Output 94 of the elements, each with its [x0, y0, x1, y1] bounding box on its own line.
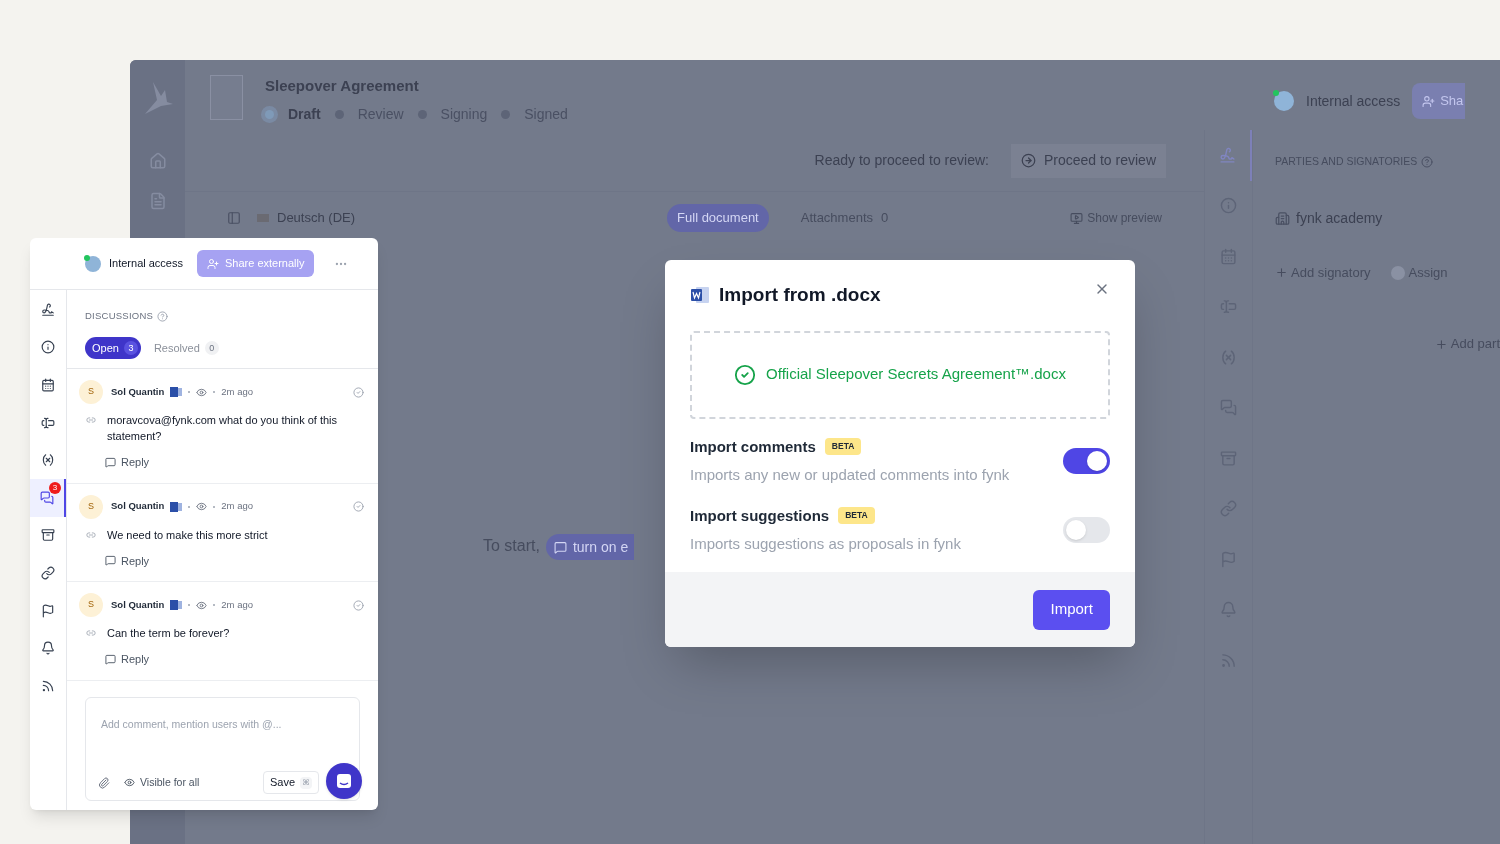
notification-badge: 3: [49, 481, 61, 494]
beta-badge: BETA: [838, 507, 875, 525]
option-description: Imports any new or updated comments into fynk: [690, 465, 1011, 485]
comment-composer[interactable]: Add comment, mention users with @... Visible for all Save ⌘: [85, 696, 360, 801]
monitor-icon: [1070, 211, 1084, 225]
toggle-switch[interactable]: [1063, 448, 1110, 474]
comment-time: 2m ago: [221, 499, 253, 514]
user-plus-icon: [1422, 94, 1436, 108]
link-icon: [41, 565, 55, 580]
attach-icon[interactable]: [98, 776, 110, 789]
eye-icon: [124, 777, 135, 788]
section-heading: DISCUSSIONS: [85, 309, 154, 323]
option-title: Import suggestions: [690, 505, 830, 526]
document-title: Sleepover Agreement: [265, 76, 420, 96]
avatar: S: [79, 494, 103, 519]
speech-bubble-icon: [105, 555, 116, 567]
comment-text: Can the term be forever?: [107, 626, 230, 641]
info-icon: [41, 340, 55, 355]
avatar-icon: [85, 255, 101, 272]
avatar: S: [79, 380, 103, 404]
filter-tab[interactable]: Resolved 0: [146, 337, 222, 360]
document-icon[interactable]: [148, 192, 167, 210]
file-drop-zone[interactable]: Official Sleepover Secrets Agreement™.docx: [690, 330, 1110, 419]
resolve-icon[interactable]: [353, 501, 364, 512]
share-button[interactable]: Sha: [1412, 83, 1466, 119]
link-icon: [86, 415, 96, 425]
rss-icon: [41, 678, 55, 693]
option-title: Import comments: [690, 436, 816, 457]
check-icon: [734, 363, 757, 386]
plus-icon: [1435, 337, 1448, 351]
plus-icon: [1275, 266, 1288, 279]
toggle-switch[interactable]: [1063, 517, 1110, 543]
reply-button[interactable]: Reply: [105, 454, 150, 471]
home-icon[interactable]: [148, 152, 167, 170]
editing-button[interactable]: turn on e: [545, 534, 635, 560]
link-icon: [86, 529, 96, 540]
speech-bubble-icon: [553, 540, 567, 554]
link-icon: [86, 628, 96, 638]
sidebar-tab[interactable]: 3: [30, 478, 66, 517]
document-icon: [170, 500, 183, 513]
party-name: fynk academy: [1296, 208, 1383, 228]
document-thumbnail: [210, 75, 243, 120]
filter-tab[interactable]: Open 3: [85, 337, 141, 360]
resolve-icon[interactable]: [353, 386, 364, 398]
user-plus-icon: [207, 257, 219, 270]
author-name: Sol Quantin: [111, 597, 165, 612]
sidebar-toggle-icon[interactable]: [227, 211, 241, 225]
save-button[interactable]: Save ⌘: [262, 771, 319, 794]
eye-icon: [196, 599, 208, 611]
arrow-circle-icon: [1020, 153, 1036, 168]
comment-time: 2m ago: [221, 384, 253, 399]
reply-button[interactable]: Reply: [105, 552, 150, 569]
proceed-prompt: Ready to proceed to review:: [814, 151, 989, 170]
author-name: Sol Quantin: [111, 384, 165, 399]
speech-bubble-icon: [105, 653, 116, 665]
access-label: Internal access: [1306, 91, 1401, 111]
building-icon: [1275, 210, 1290, 226]
import-button[interactable]: Import: [1033, 589, 1110, 630]
view-tab[interactable]: Full document: [667, 204, 769, 232]
option-description: Imports suggestions as proposals in fynk: [690, 534, 962, 554]
avatar: S: [79, 593, 103, 617]
input-icon: [41, 415, 55, 430]
file-name: Official Sleepover Secrets Agreement™.docx: [766, 364, 1066, 385]
comment-time: 2m ago: [221, 597, 253, 612]
chat-icon: [40, 490, 54, 505]
stage-label: Draft: [288, 104, 321, 124]
reply-button[interactable]: Reply: [105, 651, 150, 668]
visibility-button[interactable]: Visible for all: [124, 774, 200, 791]
dialog-title: Import from .docx: [719, 283, 881, 307]
bell-icon: [41, 641, 55, 656]
access-label: Internal access: [109, 256, 183, 272]
beta-badge: BETA: [824, 438, 862, 456]
comment-input[interactable]: Add comment, mention users with @...: [98, 697, 349, 771]
document-icon: [170, 599, 183, 611]
variable-icon: [41, 453, 55, 468]
comment-text: moravcova@fynk.com what do you think of this statement?: [107, 413, 339, 444]
chat-icon: [336, 773, 352, 789]
document-icon: [170, 386, 183, 398]
eye-icon: [196, 386, 208, 398]
share-button[interactable]: Share externally: [197, 250, 315, 277]
resolve-icon[interactable]: [353, 599, 364, 611]
avatar-icon: [1274, 91, 1294, 111]
signature-icon: [41, 302, 55, 317]
calendar-icon: [41, 378, 55, 392]
author-name: Sol Quantin: [111, 499, 165, 514]
eye-icon: [196, 501, 208, 512]
help-icon[interactable]: [157, 310, 169, 322]
language-label[interactable]: Deutsch (DE): [277, 208, 356, 228]
speech-bubble-icon: [105, 456, 116, 468]
proceed-button[interactable]: Proceed to review: [1010, 143, 1166, 178]
help-icon[interactable]: [1421, 155, 1434, 168]
comment-text: We need to make this more strict: [107, 527, 268, 543]
word-document-icon: [690, 285, 710, 306]
archive-icon: [41, 528, 55, 543]
